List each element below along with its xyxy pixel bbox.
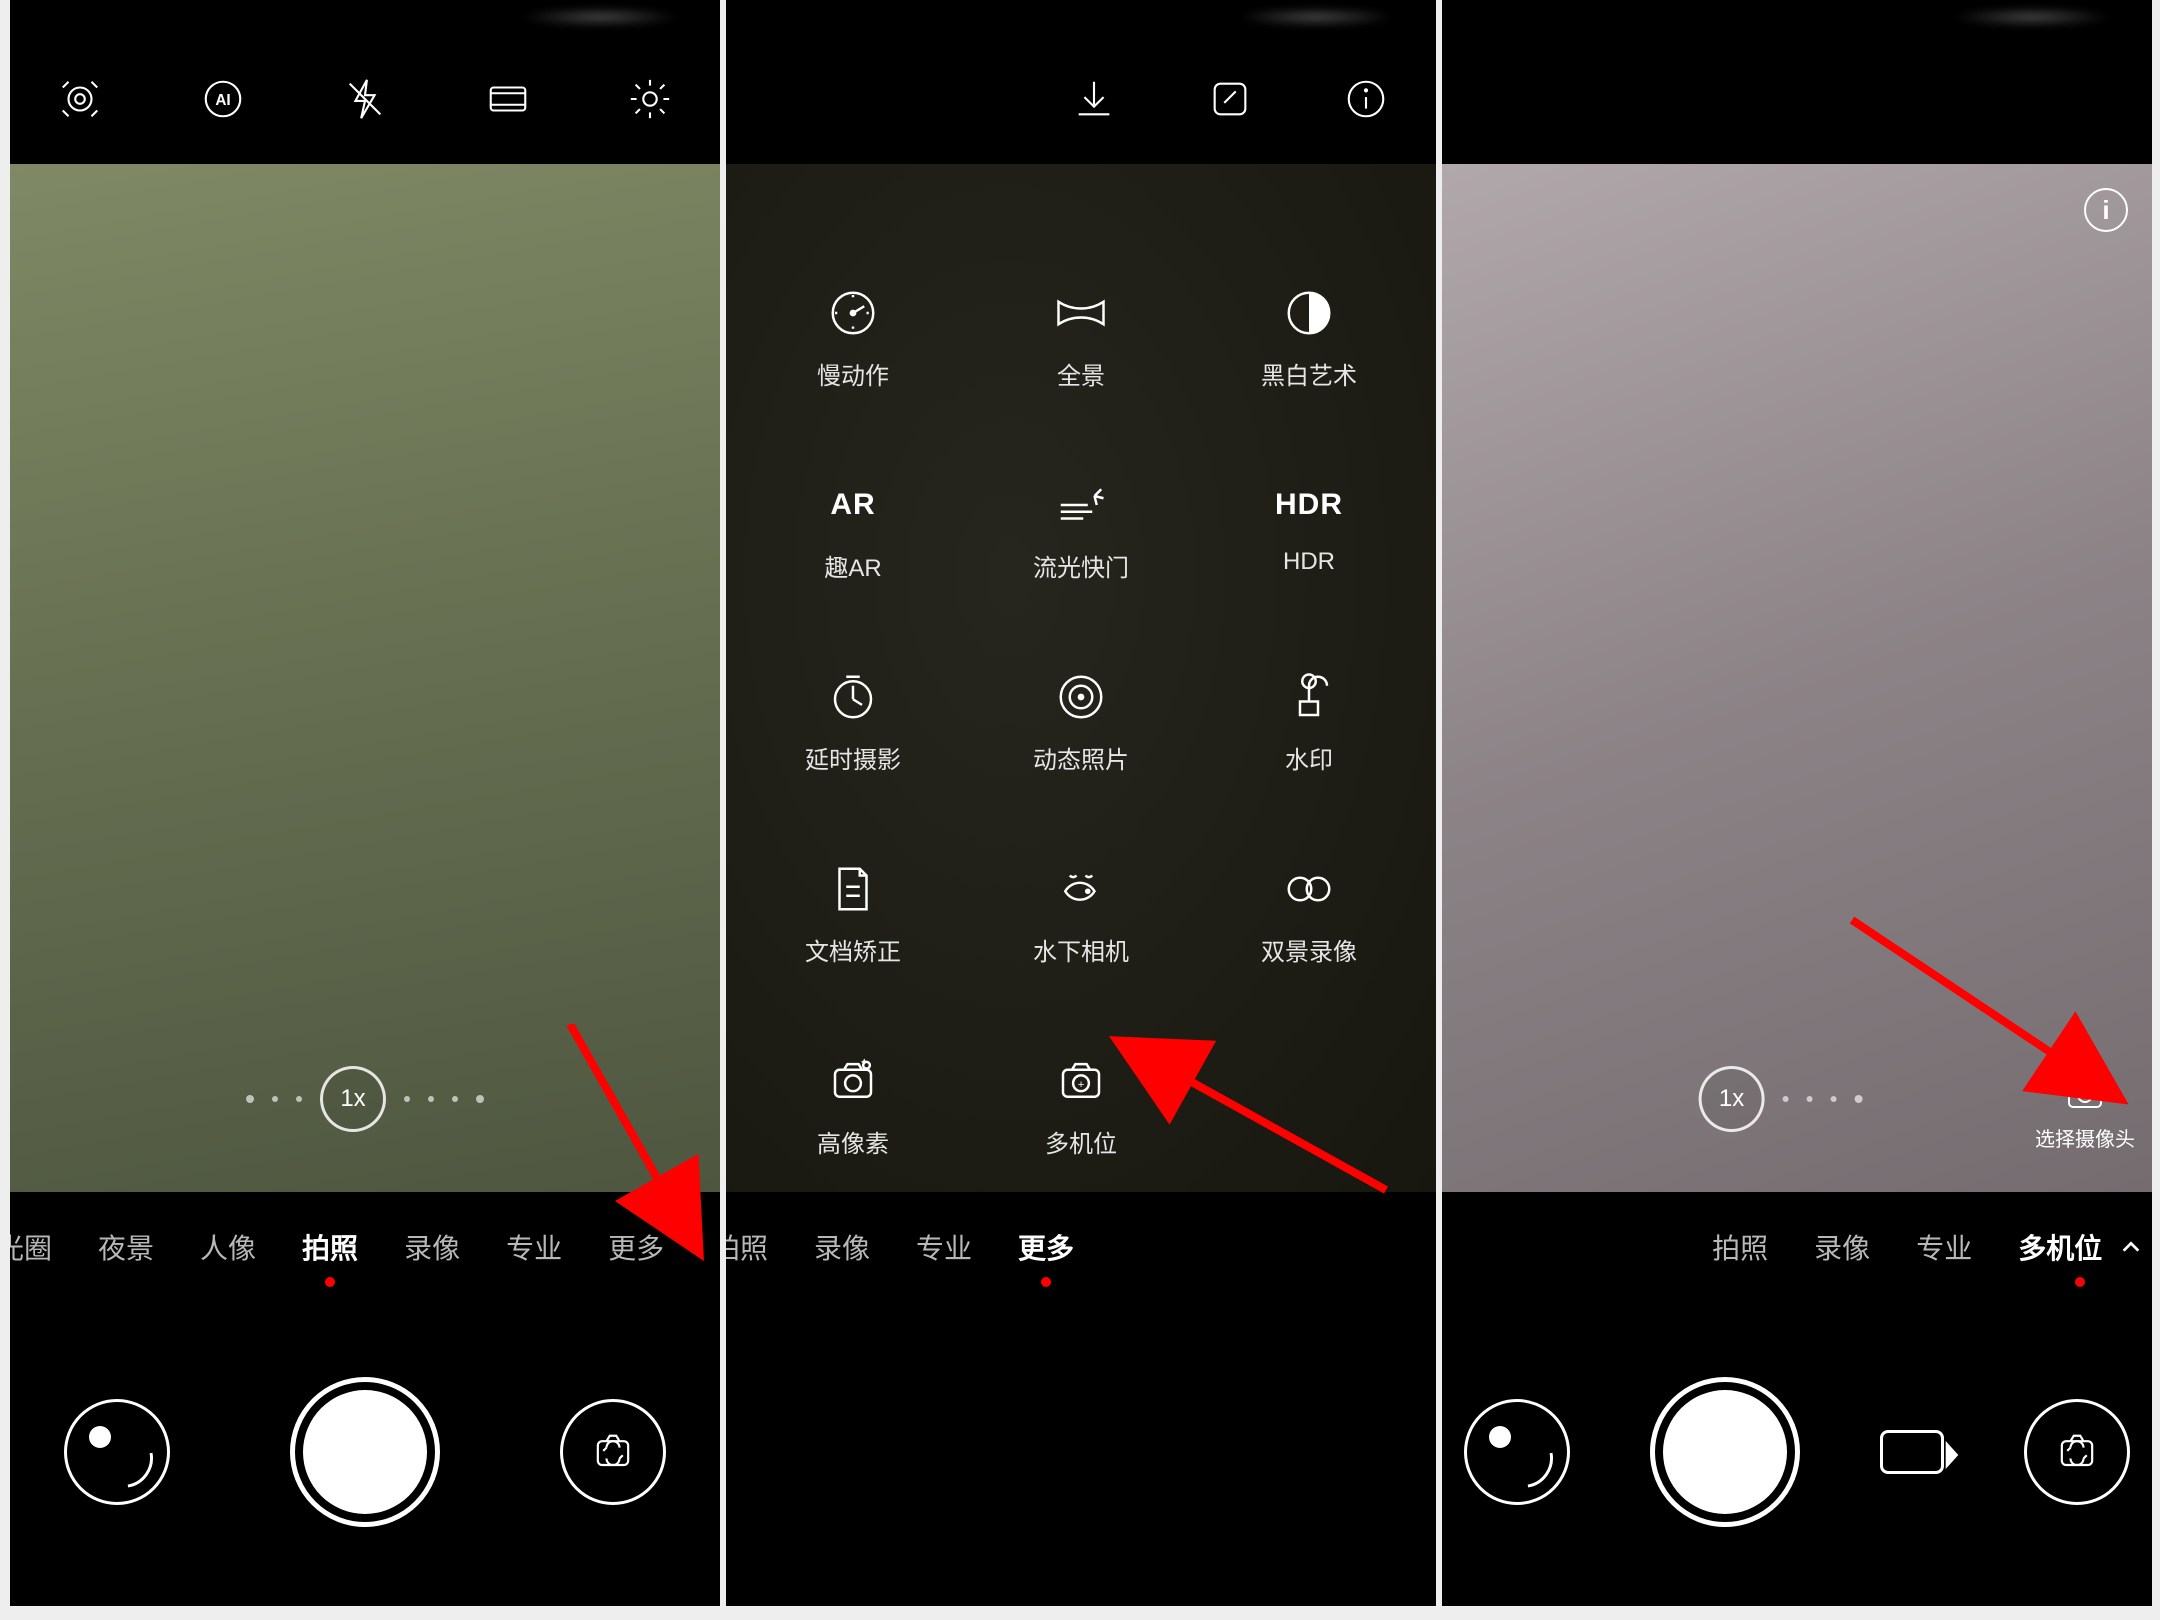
camera-controls-empty [726,1302,1436,1602]
switch-camera-button[interactable] [560,1399,666,1505]
mode-video[interactable]: 录像 [814,1227,870,1267]
more-modes-area: 慢动作 全景 黑白艺术 AR趣AR 流光快门 HDRHDR 延时摄影 动态照片 … [726,164,1436,1192]
mode-strip[interactable]: 光圈 夜景 人像 拍照 录像 专业 更多 [10,1192,720,1302]
mode-fun-ar[interactable]: AR趣AR [768,476,938,662]
panel-multi-cam: i 1x 选择摄像头 拍照 录像 专业 多机位 [1442,0,2152,1606]
video-record-button[interactable] [1880,1430,1944,1474]
panel-camera-photo: AI 1x 光圈 夜景 人像 拍照 录像 [10,0,720,1606]
mode-portrait[interactable]: 人像 [200,1227,256,1267]
svg-text:+: + [1078,1079,1085,1091]
status-bar [726,0,1436,34]
aspect-ratio-icon[interactable] [480,71,536,127]
camera-top-bar-empty [1442,34,2152,164]
svg-text:AI: AI [215,92,230,109]
shutter-button[interactable] [290,1377,440,1527]
mode-multi-cam[interactable]: 多机位 [2018,1227,2142,1267]
select-camera-button[interactable]: 选择摄像头 [2030,1069,2140,1152]
camera-controls [1442,1302,2152,1602]
camera-top-bar: AI [10,34,720,164]
edit-icon[interactable] [1202,71,1258,127]
mode-strip[interactable]: 拍照 录像 专业 多机位 [1442,1192,2152,1302]
zoom-level-chip[interactable]: 1x [320,1066,386,1132]
mode-doc-scan[interactable]: 文档矫正 [768,860,938,1046]
mode-dual-view[interactable]: 双景录像 [1224,860,1394,1046]
flash-off-icon[interactable] [337,71,393,127]
more-modes-grid: 慢动作 全景 黑白艺术 AR趣AR 流光快门 HDRHDR 延时摄影 动态照片 … [768,284,1394,1238]
panel-more-modes: 慢动作 全景 黑白艺术 AR趣AR 流光快门 HDRHDR 延时摄影 动态照片 … [726,0,1436,1606]
mode-more[interactable]: 更多 [1018,1227,1074,1267]
download-icon[interactable] [1066,71,1122,127]
zoom-slider[interactable]: 1x [1699,1066,1863,1132]
settings-gear-icon[interactable] [622,71,678,127]
gallery-thumb[interactable] [1464,1399,1570,1505]
mode-video[interactable]: 录像 [404,1227,460,1267]
mode-multi-cam[interactable]: +多机位 [996,1052,1166,1238]
lens-icon[interactable] [52,71,108,127]
viewfinder[interactable]: 1x [10,164,720,1192]
mode-night[interactable]: 夜景 [98,1227,154,1267]
select-camera-label: 选择摄像头 [2030,1123,2140,1152]
viewfinder-preview [1442,164,2152,1192]
mode-light-painting[interactable]: 流光快门 [996,476,1166,662]
camera-controls [10,1302,720,1602]
info-icon[interactable]: i [2084,188,2128,232]
mode-motion-photo[interactable]: 动态照片 [996,668,1166,854]
switch-camera-button[interactable] [2024,1399,2130,1505]
viewfinder[interactable]: i 1x 选择摄像头 [1442,164,2152,1192]
zoom-level-chip[interactable]: 1x [1699,1066,1765,1132]
chevron-up-icon [2120,1233,2142,1265]
ai-icon[interactable]: AI [195,71,251,127]
mode-pro[interactable]: 专业 [506,1227,562,1267]
viewfinder-preview [10,164,720,1192]
mode-photo[interactable]: 拍照 [302,1227,358,1267]
mode-pro[interactable]: 专业 [1916,1227,1972,1267]
shutter-button[interactable] [1650,1377,1800,1527]
mode-aperture[interactable]: 光圈 [10,1227,52,1267]
more-top-bar [726,34,1436,164]
mode-watermark[interactable]: 水印 [1224,668,1394,854]
zoom-slider[interactable]: 1x [246,1066,484,1132]
gallery-thumb[interactable] [64,1399,170,1505]
mode-monochrome[interactable]: 黑白艺术 [1224,284,1394,470]
mode-photo[interactable]: 拍照 [1712,1227,1768,1267]
mode-more[interactable]: 更多 [608,1227,664,1267]
status-bar [1442,0,2152,34]
mode-video[interactable]: 录像 [1814,1227,1870,1267]
mode-high-res[interactable]: 高像素 [768,1052,938,1238]
mode-panorama[interactable]: 全景 [996,284,1166,470]
screenshot-canvas: AI 1x 光圈 夜景 人像 拍照 录像 [0,0,2160,1620]
mode-hdr[interactable]: HDRHDR [1224,476,1394,662]
status-bar [10,0,720,34]
mode-pro[interactable]: 专业 [916,1227,972,1267]
mode-photo[interactable]: 拍照 [726,1227,768,1267]
mode-slow-motion[interactable]: 慢动作 [768,284,938,470]
mode-underwater[interactable]: 水下相机 [996,860,1166,1046]
info-icon[interactable] [1338,71,1394,127]
mode-time-lapse[interactable]: 延时摄影 [768,668,938,854]
